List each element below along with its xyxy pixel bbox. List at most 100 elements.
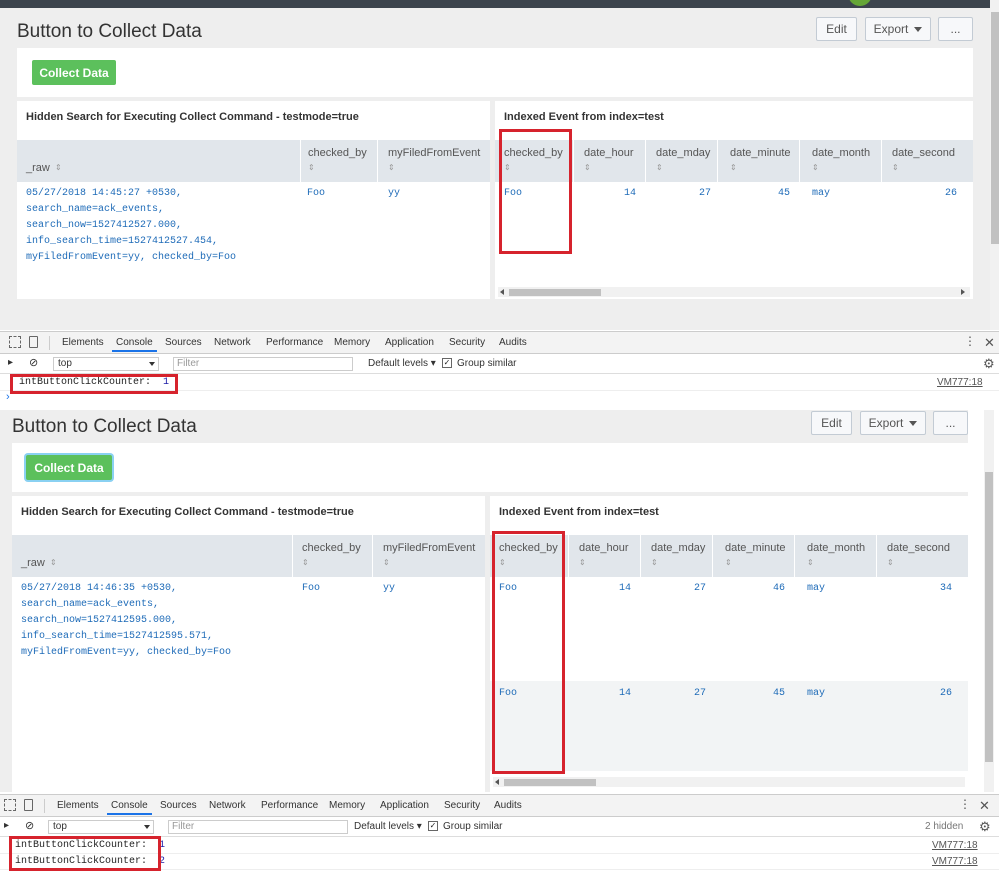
- tab-sources[interactable]: Sources: [165, 337, 202, 348]
- column-header-date-mday[interactable]: date_mday ⇕: [646, 140, 718, 182]
- raw-line[interactable]: 05/27/2018 14:46:35 +0530,: [21, 581, 177, 597]
- tab-network[interactable]: Network: [214, 337, 251, 348]
- column-header-date-month[interactable]: date_month ⇕: [800, 140, 882, 182]
- scroll-left-icon[interactable]: [495, 779, 499, 785]
- log-source-link[interactable]: VM777:18: [932, 840, 978, 851]
- tab-security[interactable]: Security: [449, 337, 485, 348]
- cell-date-hour[interactable]: 14: [574, 186, 636, 202]
- page-vertical-scrollbar[interactable]: [984, 410, 994, 792]
- tab-audits[interactable]: Audits: [499, 337, 527, 348]
- raw-line[interactable]: info_search_time=1527412595.571,: [21, 629, 213, 645]
- tab-elements[interactable]: Elements: [57, 800, 99, 811]
- more-vertical-icon[interactable]: ⋮: [964, 334, 976, 348]
- tab-application[interactable]: Application: [380, 800, 429, 811]
- tab-console[interactable]: Console: [107, 800, 152, 815]
- tab-audits[interactable]: Audits: [494, 800, 522, 811]
- column-header-date-hour[interactable]: date_hour ⇕: [569, 535, 641, 577]
- log-source-link[interactable]: VM777:18: [937, 377, 983, 388]
- column-header-date-minute[interactable]: date_minute ⇕: [718, 140, 800, 182]
- gear-icon[interactable]: ⚙: [979, 819, 991, 835]
- more-button[interactable]: ...: [938, 17, 973, 41]
- close-icon[interactable]: ✕: [984, 335, 995, 351]
- inspect-icon[interactable]: [4, 799, 16, 811]
- column-header-date-month[interactable]: date_month ⇕: [795, 535, 877, 577]
- raw-line[interactable]: search_now=1527412527.000,: [26, 218, 182, 234]
- group-similar-checkbox[interactable]: ✓: [442, 358, 452, 368]
- column-header-raw[interactable]: _raw ⇕: [12, 535, 293, 577]
- inspect-icon[interactable]: [9, 336, 21, 348]
- cell-date-second[interactable]: 26: [882, 186, 957, 202]
- sidebar-toggle-icon[interactable]: ▸: [4, 820, 9, 831]
- raw-line[interactable]: info_search_time=1527412527.454,: [26, 234, 218, 250]
- edit-button[interactable]: Edit: [816, 17, 857, 41]
- raw-line[interactable]: search_name=ack_events,: [26, 202, 164, 218]
- horizontal-scrollbar[interactable]: [498, 287, 970, 297]
- filter-input[interactable]: Filter: [168, 820, 348, 834]
- column-header-date-second[interactable]: date_second ⇕: [877, 535, 968, 577]
- edit-button[interactable]: Edit: [811, 411, 852, 435]
- export-button[interactable]: Export: [860, 411, 926, 435]
- levels-dropdown[interactable]: Default levels ▾: [354, 821, 422, 832]
- context-select[interactable]: top: [48, 820, 154, 834]
- column-header-raw[interactable]: _raw ⇕: [17, 140, 301, 182]
- raw-line[interactable]: myFiledFromEvent=yy, checked_by=Foo: [26, 250, 236, 266]
- cell-myfiled[interactable]: yy: [383, 581, 395, 597]
- tab-application[interactable]: Application: [385, 337, 434, 348]
- group-similar-checkbox[interactable]: ✓: [428, 821, 438, 831]
- collect-data-button[interactable]: Collect Data: [32, 60, 116, 85]
- cell-date-minute[interactable]: 46: [713, 581, 785, 597]
- column-header-checked-by[interactable]: checked_by ⇕: [301, 140, 378, 182]
- raw-line[interactable]: search_now=1527412595.000,: [21, 613, 177, 629]
- tab-network[interactable]: Network: [209, 800, 246, 811]
- tab-performance[interactable]: Performance: [266, 337, 323, 348]
- context-select[interactable]: top: [53, 357, 159, 371]
- export-button[interactable]: Export: [865, 17, 931, 41]
- cell-myfiled[interactable]: yy: [388, 186, 400, 202]
- tab-performance[interactable]: Performance: [261, 800, 318, 811]
- raw-line[interactable]: search_name=ack_events,: [21, 597, 159, 613]
- scrollbar-thumb[interactable]: [985, 472, 993, 762]
- close-icon[interactable]: ✕: [979, 798, 990, 814]
- cell-date-hour[interactable]: 14: [569, 581, 631, 597]
- cell-date-month[interactable]: may: [812, 186, 830, 202]
- cell-date-mday[interactable]: 27: [641, 581, 706, 597]
- cell-checked-by[interactable]: Foo: [307, 186, 325, 202]
- cell-date-second[interactable]: 26: [877, 686, 952, 702]
- log-source-link[interactable]: VM777:18: [932, 856, 978, 867]
- page-vertical-scrollbar[interactable]: [990, 0, 999, 330]
- cell-date-hour[interactable]: 14: [569, 686, 631, 702]
- device-toggle-icon[interactable]: [24, 799, 33, 811]
- filter-input[interactable]: Filter: [173, 357, 353, 371]
- collect-data-button[interactable]: Collect Data: [26, 455, 112, 480]
- tab-memory[interactable]: Memory: [334, 337, 370, 348]
- clear-console-icon[interactable]: ⊘: [29, 356, 38, 369]
- raw-line[interactable]: 05/27/2018 14:45:27 +0530,: [26, 186, 182, 202]
- scroll-right-icon[interactable]: [961, 289, 965, 295]
- sidebar-toggle-icon[interactable]: ▸: [8, 357, 13, 368]
- tab-memory[interactable]: Memory: [329, 800, 365, 811]
- tab-elements[interactable]: Elements: [62, 337, 104, 348]
- raw-line[interactable]: myFiledFromEvent=yy, checked_by=Foo: [21, 645, 231, 661]
- more-vertical-icon[interactable]: ⋮: [959, 797, 971, 811]
- scroll-left-icon[interactable]: [500, 289, 504, 295]
- cell-checked-by[interactable]: Foo: [302, 581, 320, 597]
- column-header-date-minute[interactable]: date_minute ⇕: [713, 535, 795, 577]
- cell-date-minute[interactable]: 45: [713, 686, 785, 702]
- scrollbar-thumb[interactable]: [991, 12, 999, 244]
- clear-console-icon[interactable]: ⊘: [25, 819, 34, 832]
- tab-sources[interactable]: Sources: [160, 800, 197, 811]
- column-header-date-hour[interactable]: date_hour ⇕: [574, 140, 646, 182]
- cell-date-month[interactable]: may: [807, 686, 825, 702]
- column-header-myfiled[interactable]: myFiledFromEvent ⇕: [378, 140, 490, 182]
- horizontal-scrollbar[interactable]: [493, 777, 965, 787]
- scrollbar-thumb[interactable]: [509, 289, 601, 296]
- scrollbar-thumb[interactable]: [504, 779, 596, 786]
- cell-date-month[interactable]: may: [807, 581, 825, 597]
- device-toggle-icon[interactable]: [29, 336, 38, 348]
- tab-console[interactable]: Console: [112, 337, 157, 352]
- column-header-myfiled[interactable]: myFiledFromEvent ⇕: [373, 535, 485, 577]
- column-header-date-second[interactable]: date_second ⇕: [882, 140, 973, 182]
- column-header-checked-by[interactable]: checked_by ⇕: [293, 535, 373, 577]
- column-header-date-mday[interactable]: date_mday ⇕: [641, 535, 713, 577]
- levels-dropdown[interactable]: Default levels ▾: [368, 358, 436, 369]
